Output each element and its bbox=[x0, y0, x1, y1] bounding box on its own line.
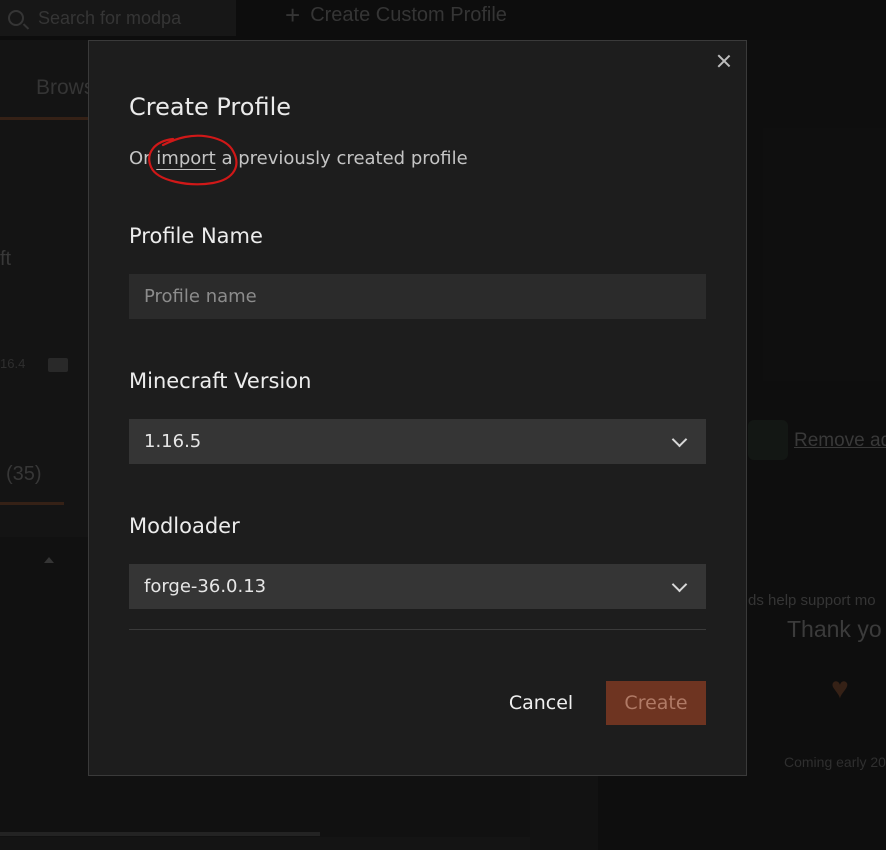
minecraft-version-value: 1.16.5 bbox=[144, 431, 202, 452]
create-profile-modal: Create Profile Or import a previously cr… bbox=[88, 40, 747, 776]
modloader-label: Modloader bbox=[129, 514, 240, 538]
modal-subtitle: Or import a previously created profile bbox=[129, 148, 468, 169]
app-window: Search for modpa + Create Custom Profile… bbox=[0, 0, 886, 850]
minecraft-version-label: Minecraft Version bbox=[129, 369, 312, 393]
profile-name-label: Profile Name bbox=[129, 224, 263, 248]
chevron-down-icon bbox=[671, 431, 688, 448]
subtitle-prefix: Or bbox=[129, 148, 157, 169]
divider bbox=[129, 629, 706, 630]
modal-title: Create Profile bbox=[129, 93, 291, 121]
modloader-select[interactable]: forge-36.0.13 bbox=[129, 564, 706, 609]
cancel-button[interactable]: Cancel bbox=[501, 681, 581, 725]
minecraft-version-select[interactable]: 1.16.5 bbox=[129, 419, 706, 464]
modloader-value: forge-36.0.13 bbox=[144, 576, 267, 597]
close-icon[interactable] bbox=[714, 51, 734, 71]
subtitle-suffix: a previously created profile bbox=[215, 148, 468, 169]
profile-name-input[interactable] bbox=[129, 274, 706, 319]
create-button[interactable]: Create bbox=[606, 681, 706, 725]
import-link[interactable]: import bbox=[156, 148, 215, 169]
chevron-down-icon bbox=[671, 576, 688, 593]
